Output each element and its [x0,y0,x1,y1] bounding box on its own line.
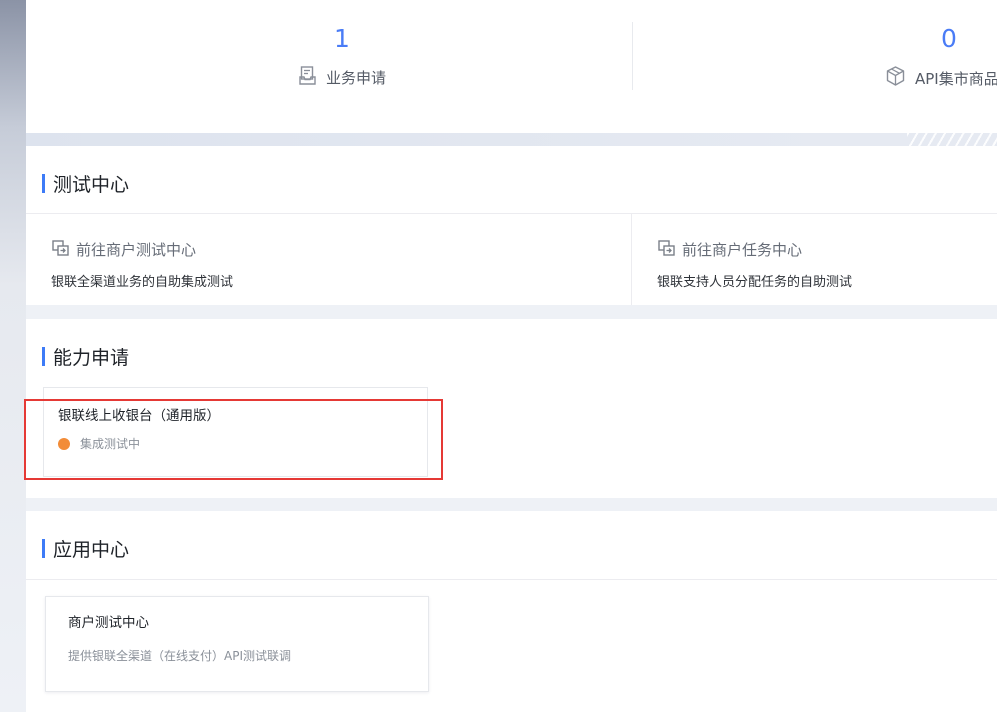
section-title-app-center: 应用中心 [42,535,129,562]
stat-value: 1 [334,24,350,53]
stat-label-row: API集市商品 [886,66,997,90]
title-accent-bar [42,174,45,193]
app-card-name: 商户测试中心 [68,615,149,631]
ability-apply-panel: 能力申请 银联线上收银台（通用版） 集成测试中 [26,319,997,498]
stat-api-market[interactable]: 0 API集市商品 [633,0,997,133]
title-accent-bar [42,347,45,366]
sidebar-edge [0,0,26,712]
redirect-icon [658,239,682,260]
package-box-icon [886,66,915,90]
app-card-merchant-test-center[interactable]: 商户测试中心 提供银联全渠道（在线支付）API测试联调 [45,596,429,692]
test-item-desc: 银联支持人员分配任务的自助测试 [657,275,853,290]
stat-value: 0 [941,24,957,53]
ability-card[interactable]: 银联线上收银台（通用版） 集成测试中 [43,387,428,477]
test-item-merchant-test-center[interactable]: 前往商户测试中心 银联全渠道业务的自助集成测试 [26,214,631,305]
link-merchant-test-center[interactable]: 前往商户测试中心 [52,239,196,260]
test-center-panel: 测试中心 前往商户测试中心 银联全渠道业务的自助集成测试 前往商户任务中心 银联… [26,146,997,305]
status-badge: 集成测试中 [58,435,140,452]
section-title-test-center: 测试中心 [42,170,129,197]
stat-label: API集市商品 [915,69,997,88]
document-tray-icon [299,66,326,89]
stats-band-decoration [26,133,997,146]
stat-label-row: 业务申请 [299,66,386,89]
stat-business-apply[interactable]: 1 业务申请 [26,0,632,133]
link-text: 前往商户任务中心 [682,241,803,259]
status-text: 集成测试中 [80,437,141,451]
app-card-desc: 提供银联全渠道（在线支付）API测试联调 [68,649,291,663]
redirect-icon [52,239,76,260]
title-accent-bar [42,539,45,558]
divider [26,579,997,580]
section-title-ability-apply: 能力申请 [42,343,129,370]
app-center-panel: 应用中心 商户测试中心 提供银联全渠道（在线支付）API测试联调 [26,511,997,712]
test-item-merchant-task-center[interactable]: 前往商户任务中心 银联支持人员分配任务的自助测试 [632,214,997,305]
link-text: 前往商户测试中心 [76,241,197,259]
section-title-text: 能力申请 [53,347,130,369]
section-title-text: 测试中心 [53,174,130,196]
ability-card-name: 银联线上收银台（通用版） [58,408,220,424]
stats-panel: 1 业务申请 0 API集市商品 [26,0,997,133]
section-title-text: 应用中心 [53,539,130,561]
link-merchant-task-center[interactable]: 前往商户任务中心 [658,239,802,260]
stat-label: 业务申请 [326,69,387,87]
status-dot-icon [58,437,70,450]
test-item-desc: 银联全渠道业务的自助集成测试 [51,275,234,290]
